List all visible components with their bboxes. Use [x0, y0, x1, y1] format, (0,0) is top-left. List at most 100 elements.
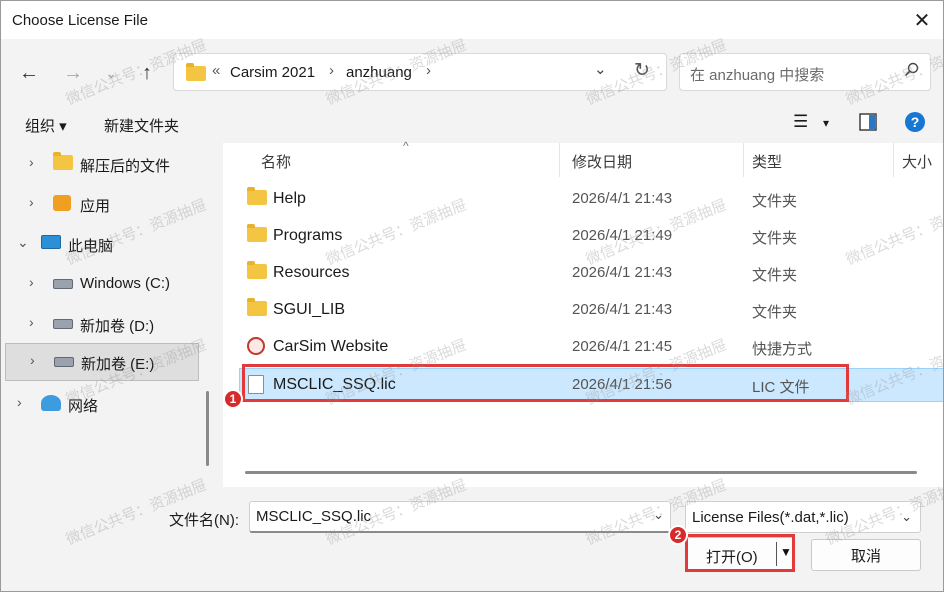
- column-divider[interactable]: [743, 143, 744, 177]
- sidebar-item-label: 解压后的文件: [80, 158, 171, 175]
- preview-pane-icon[interactable]: [859, 113, 877, 135]
- file-row-carsim-website[interactable]: CarSim Website 2026/4/1 21:45 快捷方式: [241, 330, 943, 364]
- chevron-right-icon[interactable]: ›: [29, 274, 34, 290]
- file-name: SGUI_LIB: [273, 301, 346, 318]
- navigation-pane: › 解压后的文件 › 应用 ⌄ 此电脑 › Windows (C:) › 新加卷…: [1, 143, 223, 487]
- drive-icon: [53, 315, 73, 329]
- close-button[interactable]: ✕: [899, 1, 943, 39]
- app-folder-icon: [53, 195, 71, 211]
- file-dialog: Choose License File ✕ ← → ⌄ ↑ « Carsim 2…: [0, 0, 944, 592]
- title-bar: Choose License File ✕: [1, 1, 943, 39]
- forward-button[interactable]: →: [59, 59, 87, 87]
- sidebar-item-label: 新加卷 (E:): [81, 356, 155, 373]
- computer-icon: [41, 235, 61, 249]
- sidebar-item-this-pc[interactable]: ⌄ 此电脑: [1, 225, 187, 263]
- chevron-right-icon[interactable]: ›: [29, 154, 34, 170]
- file-date: 2026/4/1 21:49: [572, 227, 673, 244]
- column-divider[interactable]: [559, 143, 560, 177]
- sort-ascending-icon: ^: [403, 139, 409, 153]
- breadcrumb-separator[interactable]: ›: [329, 62, 334, 79]
- chevron-right-icon[interactable]: ›: [17, 394, 22, 410]
- file-type: 文件夹: [752, 193, 798, 210]
- folder-icon: [247, 261, 267, 279]
- file-row-resources[interactable]: Resources 2026/4/1 21:43 文件夹: [241, 256, 943, 290]
- address-bar[interactable]: « Carsim 2021 › anzhuang › ⌄ ↻: [173, 53, 667, 91]
- arrow-up-icon: ↑: [142, 61, 152, 84]
- chevron-down-icon[interactable]: ⌄: [17, 234, 29, 251]
- sidebar-item-extracted[interactable]: › 解压后的文件: [5, 145, 199, 183]
- back-button[interactable]: ←: [15, 59, 43, 87]
- column-header-date[interactable]: 修改日期: [572, 151, 632, 172]
- file-type-filter[interactable]: License Files(*.dat,*.lic) ⌄: [685, 501, 921, 533]
- horizontal-scrollbar[interactable]: [245, 471, 917, 474]
- file-name: Help: [273, 190, 306, 207]
- column-header-name[interactable]: 名称: [261, 151, 291, 172]
- folder-icon: [247, 224, 267, 242]
- folder-icon: [247, 187, 267, 205]
- breadcrumb-anzhuang[interactable]: anzhuang: [346, 64, 412, 81]
- file-row-sgui-lib[interactable]: SGUI_LIB 2026/4/1 21:43 文件夹: [241, 293, 943, 327]
- file-name: Resources: [273, 264, 350, 281]
- chevron-down-icon: ⌄: [105, 64, 117, 81]
- search-input[interactable]: 在 anzhuang 中搜索: [679, 53, 931, 91]
- new-folder-button[interactable]: 新建文件夹: [104, 115, 179, 136]
- column-header-size[interactable]: 大小: [902, 151, 932, 172]
- filename-input[interactable]: [249, 501, 671, 533]
- chevron-right-icon[interactable]: ›: [29, 314, 34, 330]
- sidebar-item-label: 此电脑: [68, 238, 114, 255]
- view-list-icon[interactable]: ☰: [793, 112, 808, 132]
- folder-icon: [186, 63, 206, 81]
- sidebar-item-drive-d[interactable]: › 新加卷 (D:): [5, 305, 199, 343]
- sidebar-item-apps[interactable]: › 应用: [5, 185, 199, 223]
- window-title: Choose License File: [12, 12, 148, 29]
- breadcrumb-separator[interactable]: ›: [426, 62, 431, 79]
- arrow-left-icon: ←: [19, 61, 39, 84]
- folder-icon: [53, 152, 73, 170]
- filename-label: 文件名(N):: [169, 512, 239, 529]
- cancel-button[interactable]: 取消: [811, 539, 921, 571]
- refresh-icon[interactable]: ↻: [634, 59, 650, 82]
- overflow-icon[interactable]: «: [212, 62, 220, 79]
- filter-value: License Files(*.dat,*.lic): [692, 509, 849, 526]
- file-date: 2026/4/1 21:43: [572, 190, 673, 207]
- sidebar-item-label: 网络: [68, 398, 99, 415]
- up-button[interactable]: ↑: [133, 59, 161, 87]
- network-icon: [41, 395, 61, 411]
- folder-icon: [247, 298, 267, 316]
- chevron-down-icon: ⌄: [901, 509, 912, 524]
- sidebar-item-network[interactable]: › 网络: [1, 385, 187, 423]
- shortcut-icon: [247, 337, 265, 355]
- annotation-highlight-open: [685, 534, 795, 572]
- file-row-programs[interactable]: Programs 2026/4/1 21:49 文件夹: [241, 219, 943, 253]
- dialog-footer: 文件名(N): ⌄ License Files(*.dat,*.lic) ⌄ 打…: [1, 487, 943, 591]
- file-list: ^ 名称 修改日期 类型 大小 Help 2026/4/1 21:43 文件夹 …: [223, 139, 943, 487]
- chevron-down-icon[interactable]: ⌄: [594, 60, 607, 78]
- arrow-right-icon: →: [63, 61, 83, 84]
- view-dropdown-icon[interactable]: ▾: [823, 116, 829, 130]
- search-icon: [904, 62, 920, 83]
- chevron-down-icon[interactable]: ⌄: [653, 507, 664, 523]
- column-divider[interactable]: [893, 143, 894, 177]
- file-type: 文件夹: [752, 230, 798, 247]
- help-icon[interactable]: ?: [904, 111, 926, 137]
- file-type: 快捷方式: [752, 341, 813, 358]
- sidebar-item-drive-c[interactable]: › Windows (C:): [5, 265, 199, 303]
- annotation-badge-2: 2: [668, 525, 688, 545]
- file-name: CarSim Website: [273, 338, 389, 355]
- file-name: Programs: [273, 227, 343, 244]
- recent-locations-button[interactable]: ⌄: [97, 59, 125, 87]
- chevron-right-icon[interactable]: ›: [30, 352, 35, 368]
- drive-icon: [53, 275, 73, 289]
- navigation-bar: ← → ⌄ ↑ « Carsim 2021 › anzhuang › ⌄ ↻ 在…: [1, 39, 943, 103]
- close-icon: ✕: [913, 9, 931, 32]
- sidebar-item-label: 应用: [80, 198, 111, 215]
- annotation-badge-1: 1: [223, 389, 243, 409]
- breadcrumb-carsim[interactable]: Carsim 2021: [230, 64, 315, 81]
- sidebar-scrollbar[interactable]: [206, 391, 209, 466]
- chevron-right-icon[interactable]: ›: [29, 194, 34, 210]
- sidebar-item-drive-e[interactable]: › 新加卷 (E:): [5, 343, 199, 381]
- file-row-help[interactable]: Help 2026/4/1 21:43 文件夹: [241, 182, 943, 216]
- file-type: 文件夹: [752, 267, 798, 284]
- organize-button[interactable]: 组织 ▾: [25, 115, 67, 136]
- column-header-type[interactable]: 类型: [752, 151, 782, 172]
